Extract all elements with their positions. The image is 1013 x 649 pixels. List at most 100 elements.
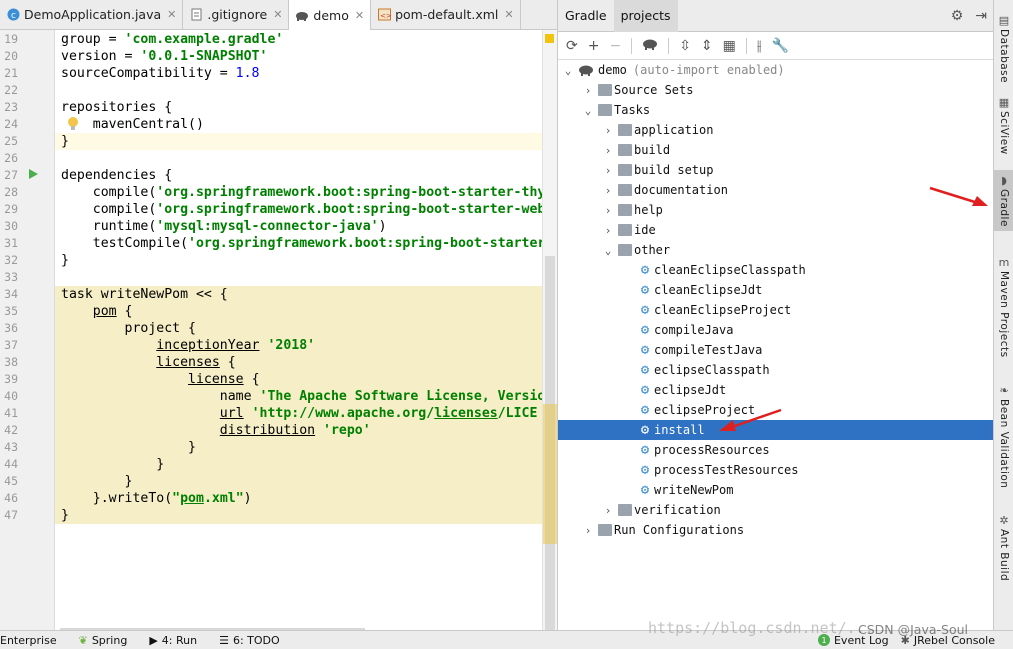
tree-item-compiletestjava[interactable]: ⚙ compileTestJava	[558, 340, 994, 360]
tab-gradle[interactable]: Gradle	[558, 0, 614, 32]
close-icon[interactable]: ✕	[504, 8, 513, 21]
chevron-right-icon[interactable]: ›	[602, 224, 614, 237]
chevron-right-icon[interactable]: ›	[602, 504, 614, 517]
code-line[interactable]: task writeNewPom << {	[55, 286, 557, 303]
code-line[interactable]: dependencies {	[55, 167, 557, 184]
gradle-task-gear-icon: ⚙	[640, 262, 650, 278]
code-line[interactable]: compile('org.springframework.boot:spring…	[55, 201, 557, 218]
chevron-right-icon[interactable]: ›	[582, 524, 594, 537]
gear-icon[interactable]: ⚙	[951, 8, 964, 24]
tool-window-tab-bean-validation[interactable]: ❧ Bean Validation	[994, 380, 1013, 492]
hide-icon[interactable]: ⇥	[975, 8, 987, 24]
run-gutter-icon[interactable]	[27, 168, 39, 180]
code-line[interactable]: inceptionYear '2018'	[55, 337, 557, 354]
code-line[interactable]: name 'The Apache Software License, Versi…	[55, 388, 557, 405]
code-area[interactable]: group = 'com.example.gradle' version = '0…	[55, 30, 557, 630]
run-tool-button[interactable]: ▶ 4: Run	[149, 634, 197, 647]
code-line[interactable]: }	[55, 473, 557, 490]
tree-item-writenewpom[interactable]: ⚙ writeNewPom	[558, 480, 994, 500]
tree-item-ide[interactable]: › ide	[558, 220, 994, 240]
tree-item-build[interactable]: › build	[558, 140, 994, 160]
close-icon[interactable]: ✕	[167, 8, 176, 21]
tree-item-eclipsejdt[interactable]: ⚙ eclipseJdt	[558, 380, 994, 400]
todo-tool-button[interactable]: ☰ 6: TODO	[219, 634, 280, 647]
code-line[interactable]: }	[55, 439, 557, 456]
code-editor[interactable]: group = 'com.example.gradle' version = '0…	[0, 30, 557, 630]
code-line[interactable]	[55, 269, 557, 286]
tree-item-run-configurations[interactable]: › Run Configurations	[558, 520, 994, 540]
code-line[interactable]: }	[55, 133, 557, 150]
tab-demo[interactable]: demo ✕	[289, 0, 372, 30]
refresh-icon[interactable]: ⟳	[566, 38, 578, 54]
code-line[interactable]: url 'http://www.apache.org/licenses/LICE	[55, 405, 557, 422]
tool-window-tab-database[interactable]: ▤ Database	[994, 10, 1013, 87]
expand-all-icon[interactable]: ⇳	[679, 38, 691, 54]
tree-item-tasks[interactable]: ⌄ Tasks	[558, 100, 994, 120]
tool-window-tab-sciview[interactable]: ▦ SciView	[994, 92, 1013, 159]
chevron-down-icon[interactable]: ⌄	[582, 104, 594, 117]
code-line[interactable]: license {	[55, 371, 557, 388]
tree-item-processtestresources[interactable]: ⚙ processTestResources	[558, 460, 994, 480]
chevron-down-icon[interactable]: ⌄	[562, 64, 574, 77]
tab-projects[interactable]: projects	[613, 0, 678, 32]
code-line[interactable]: project {	[55, 320, 557, 337]
code-line[interactable]: distribution 'repo'	[55, 422, 557, 439]
code-line[interactable]: licenses {	[55, 354, 557, 371]
spring-tool-button[interactable]: ❦ Spring	[79, 634, 128, 647]
code-line[interactable]: }.writeTo("pom.xml")	[55, 490, 557, 507]
settings-wrench-icon[interactable]: 🔧	[771, 38, 788, 54]
chevron-down-icon[interactable]: ⌄	[602, 244, 614, 257]
maven-icon: m	[998, 256, 1010, 269]
tree-item-build-setup[interactable]: › build setup	[558, 160, 994, 180]
tree-item-eclipseclasspath[interactable]: ⚙ eclipseClasspath	[558, 360, 994, 380]
code-line[interactable]	[55, 150, 557, 167]
tool-window-tab-maven-projects[interactable]: m Maven Projects	[994, 252, 1013, 362]
toggle-offline-icon[interactable]: ⫲	[757, 38, 762, 54]
execute-gradle-task-icon[interactable]	[642, 38, 658, 54]
code-line[interactable]: repositories {	[55, 99, 557, 116]
tab-pom-default-xml[interactable]: <> pom-default.xml ✕	[371, 0, 521, 29]
code-line[interactable]: testCompile('org.springframework.boot:sp…	[55, 235, 557, 252]
code-line[interactable]: }	[55, 507, 557, 524]
code-line[interactable]: mavenCentral()	[55, 116, 557, 133]
code-line[interactable]: compile('org.springframework.boot:spring…	[55, 184, 557, 201]
tree-item-application[interactable]: › application	[558, 120, 994, 140]
code-line[interactable]: pom {	[55, 303, 557, 320]
code-line[interactable]: version = '0.0.1-SNAPSHOT'	[55, 48, 557, 65]
code-line[interactable]: }	[55, 456, 557, 473]
chevron-right-icon[interactable]: ›	[602, 204, 614, 217]
tree-item-compilejava[interactable]: ⚙ compileJava	[558, 320, 994, 340]
chevron-right-icon[interactable]: ›	[602, 184, 614, 197]
close-icon[interactable]: ✕	[273, 8, 282, 21]
chevron-right-icon[interactable]: ›	[602, 164, 614, 177]
watermark-url: https://blog.csdn.net/...	[648, 619, 874, 637]
tree-item-other[interactable]: ⌄ other	[558, 240, 994, 260]
line-number: 29	[4, 202, 18, 216]
code-line[interactable]: group = 'com.example.gradle'	[55, 31, 557, 48]
tool-window-tab-ant-build[interactable]: ✲ Ant Build	[994, 510, 1013, 585]
lightbulb-icon[interactable]	[66, 116, 80, 133]
chevron-right-icon[interactable]: ›	[582, 84, 594, 97]
tree-item-processresources[interactable]: ⚙ processResources	[558, 440, 994, 460]
tree-item-verification[interactable]: › verification	[558, 500, 994, 520]
tab-demoapplication-java[interactable]: c DemoApplication.java ✕	[0, 0, 184, 29]
code-line[interactable]: sourceCompatibility = 1.8	[55, 65, 557, 82]
collapse-all-icon[interactable]: ⇕	[701, 38, 713, 54]
tree-item-source-sets[interactable]: › Source Sets	[558, 80, 994, 100]
tab-gitignore[interactable]: .gitignore ✕	[183, 0, 290, 29]
tree-item-cleaneclipsejdt[interactable]: ⚙ cleanEclipseJdt	[558, 280, 994, 300]
group-modules-icon[interactable]: ▦	[723, 38, 736, 54]
add-icon[interactable]: +	[588, 38, 600, 54]
enterprise-tool-button[interactable]: Enterprise	[0, 634, 57, 647]
close-icon[interactable]: ✕	[355, 9, 364, 22]
chevron-right-icon[interactable]: ›	[602, 124, 614, 137]
code-line[interactable]: runtime('mysql:mysql-connector-java')	[55, 218, 557, 235]
code-line[interactable]: }	[55, 252, 557, 269]
tree-item-cleaneclipseclasspath[interactable]: ⚙ cleanEclipseClasspath	[558, 260, 994, 280]
tree-root-demo[interactable]: ⌄ demo (auto-import enabled)	[558, 60, 994, 80]
code-line[interactable]	[55, 82, 557, 99]
tree-item-cleaneclipseproject[interactable]: ⚙ cleanEclipseProject	[558, 300, 994, 320]
remove-icon[interactable]: −	[609, 38, 621, 54]
tool-window-tab-gradle[interactable]: ◗ Gradle	[994, 170, 1013, 231]
chevron-right-icon[interactable]: ›	[602, 144, 614, 157]
